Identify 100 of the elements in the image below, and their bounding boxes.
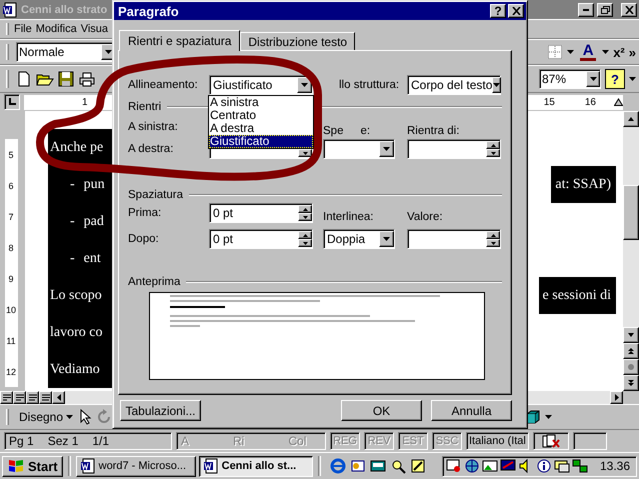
spin-up-button[interactable]: [486, 141, 500, 149]
minimize-button[interactable]: [578, 2, 594, 16]
normal-view-button[interactable]: [0, 391, 13, 404]
bullet-dash: -: [70, 250, 75, 266]
web-view-button[interactable]: [13, 391, 26, 404]
field-label: Valore:: [407, 211, 444, 223]
section-title: Rientri: [128, 100, 162, 112]
desktop-icon[interactable]: [370, 458, 386, 474]
caret-icon[interactable]: [590, 77, 596, 81]
start-button[interactable]: Start: [2, 456, 63, 476]
dropdown-option[interactable]: A destra: [209, 122, 313, 135]
browser-e-icon[interactable]: [330, 458, 346, 474]
previous-page-button[interactable]: [623, 343, 639, 359]
caret-icon[interactable]: [104, 50, 112, 54]
dialog-title: Paragrafo: [118, 4, 180, 18]
magnifier-icon[interactable]: [390, 458, 406, 474]
dropdown-option[interactable]: Centrato: [209, 109, 313, 122]
vertical-scrollbar[interactable]: [623, 111, 639, 391]
close-button[interactable]: [621, 2, 637, 16]
outline-view-button[interactable]: [39, 391, 52, 404]
scroll-right-button[interactable]: [610, 391, 623, 404]
channels-icon[interactable]: [350, 458, 366, 474]
tab[interactable]: Rientri e spaziatura: [119, 30, 240, 51]
line-spacing-value-field[interactable]: [407, 229, 501, 249]
scroll-thumb[interactable]: [623, 185, 639, 240]
spin-down-button[interactable]: [486, 239, 500, 247]
caret-icon[interactable]: [383, 237, 390, 241]
ok-button[interactable]: OK: [341, 400, 422, 421]
scroll-right-icon: [614, 394, 620, 401]
outline-level-combo[interactable]: Corpo del testo: [407, 75, 501, 95]
word-document-icon: [80, 458, 96, 474]
chat-icon[interactable]: [554, 458, 570, 474]
taskbar-button[interactable]: Cenni allo st...: [198, 456, 313, 476]
spin-down-button[interactable]: [486, 149, 500, 157]
dropdown-option[interactable]: A sinistra: [209, 96, 313, 109]
caret-icon[interactable]: [66, 415, 74, 419]
dropdown-option[interactable]: Giustificato: [209, 135, 313, 148]
more-buttons[interactable]: »: [628, 44, 636, 60]
caret-icon[interactable]: [602, 50, 610, 54]
scroll-left-button[interactable]: [52, 391, 65, 404]
spin-down-button[interactable]: [298, 213, 312, 221]
spacing-after-field[interactable]: 0 pt: [209, 229, 313, 249]
menu-item[interactable]: Visua: [78, 23, 110, 35]
bullet-dash: -: [70, 176, 75, 192]
spin-up-icon: [490, 234, 496, 236]
scroll-left-icon: [56, 394, 62, 401]
superscript-button[interactable]: x²: [613, 44, 625, 60]
indent-marker-icon[interactable]: [614, 98, 623, 106]
cancel-button[interactable]: Annulla: [431, 400, 512, 421]
scroll-down-button[interactable]: [623, 327, 639, 343]
caret-icon[interactable]: [301, 83, 308, 87]
info-icon[interactable]: [536, 458, 552, 474]
calendar-icon[interactable]: [446, 458, 462, 474]
help-button[interactable]: ?: [490, 4, 506, 18]
printer-icon[interactable]: [78, 71, 96, 87]
network-icon[interactable]: [572, 458, 588, 474]
line-spacing-combo[interactable]: Doppia: [323, 229, 395, 249]
special-indent-combo[interactable]: [323, 139, 395, 159]
scroll-up-button[interactable]: [623, 111, 639, 127]
next-page-button[interactable]: [623, 375, 639, 391]
browse-object-button[interactable]: [623, 359, 639, 375]
zoom-combo[interactable]: 87%: [539, 69, 601, 89]
font-color-button[interactable]: A: [578, 44, 598, 60]
status-mode: REV: [364, 432, 394, 450]
restore-button[interactable]: [597, 2, 613, 16]
spin-up-button[interactable]: [298, 231, 312, 239]
alignment-combo[interactable]: Giustificato: [209, 75, 313, 95]
tab-stop-icon[interactable]: [8, 98, 16, 106]
indent-by-field[interactable]: [407, 139, 501, 159]
drawing-menu-button[interactable]: Disegno: [16, 408, 76, 426]
help-button[interactable]: ?: [605, 69, 625, 89]
spin-up-button[interactable]: [486, 231, 500, 239]
border-grid-icon[interactable]: [547, 44, 564, 60]
cube-3d-icon[interactable]: [525, 409, 541, 425]
caret-icon[interactable]: [567, 50, 574, 54]
spin-down-button[interactable]: [298, 239, 312, 247]
close-button[interactable]: [508, 4, 524, 18]
caret-icon[interactable]: [493, 83, 500, 87]
spin-down-button[interactable]: [298, 149, 312, 157]
status-text: 1/1: [92, 434, 110, 448]
new-document-icon[interactable]: [16, 71, 32, 87]
globe-icon[interactable]: [464, 458, 480, 474]
pointer-arrow-icon[interactable]: [80, 409, 92, 425]
page-view-icon: [28, 394, 36, 401]
caret-icon[interactable]: [629, 77, 636, 81]
spin-up-button[interactable]: [298, 205, 312, 213]
page-view-button[interactable]: [26, 391, 39, 404]
menu-item[interactable]: File: [12, 23, 34, 35]
spelling-book-icon[interactable]: [542, 434, 560, 448]
caret-icon[interactable]: [545, 415, 552, 419]
menu-item[interactable]: Modifica: [34, 23, 79, 35]
tab[interactable]: Distribuzione testo: [240, 32, 356, 50]
ruler-number: 1: [82, 96, 88, 108]
spacing-before-field[interactable]: 0 pt: [209, 203, 313, 223]
caret-icon[interactable]: [383, 147, 390, 151]
tabs-button[interactable]: Tabulazioni...: [120, 400, 201, 421]
picture-icon[interactable]: [482, 458, 498, 474]
taskbar-button[interactable]: word7 - Microso...: [76, 456, 196, 476]
field-label: A sinistra:: [128, 121, 179, 133]
pencil-icon[interactable]: [410, 458, 426, 474]
